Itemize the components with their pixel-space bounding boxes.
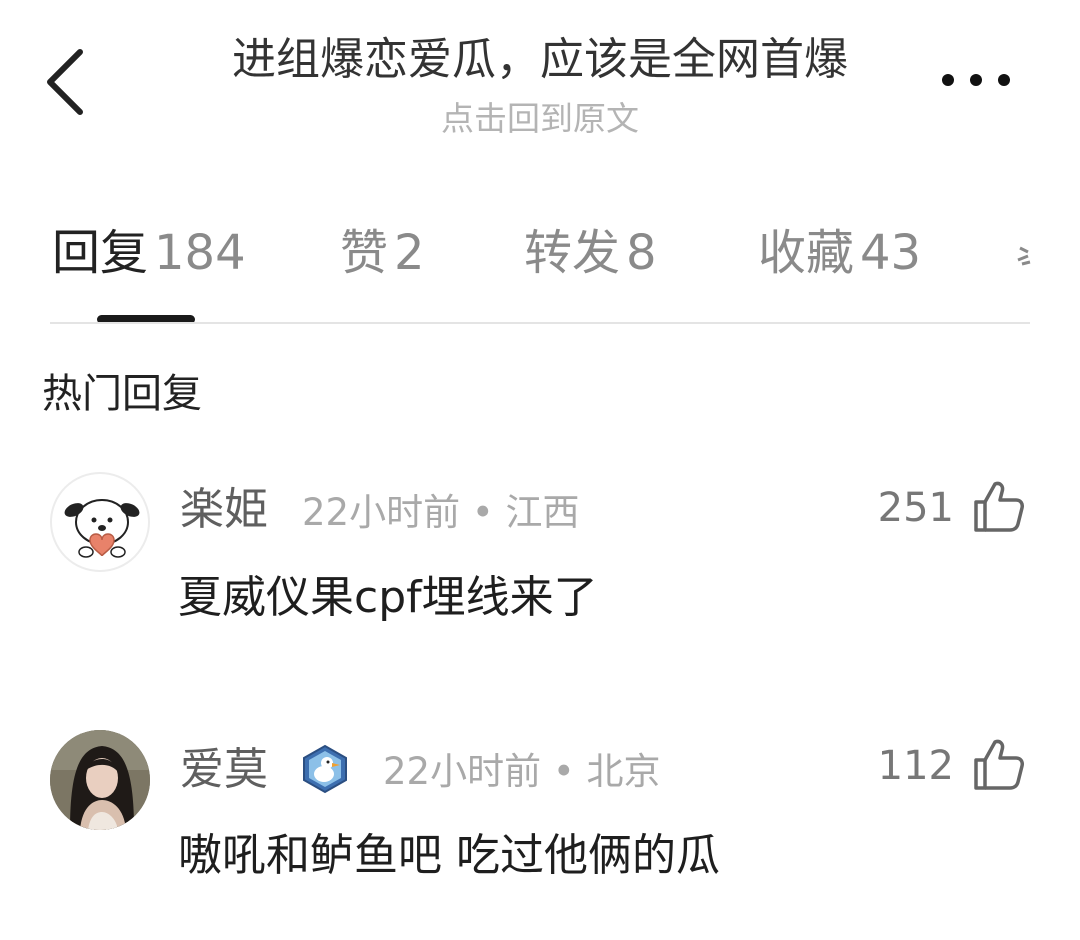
tab-bar: 回复 184 赞2 转发 8 收藏 43 [0, 218, 1080, 288]
tab-count: 43 [860, 225, 922, 281]
tab-count: 184 [154, 225, 246, 281]
tab-favorites[interactable]: 收藏 43 [758, 218, 921, 288]
tab-label: 回复 [52, 225, 149, 281]
duck-badge-icon [303, 744, 347, 794]
comment-location: 北京 [586, 750, 661, 793]
comment-time: 22小时前 [302, 491, 461, 534]
tab-divider [50, 322, 1030, 324]
username[interactable]: 楽姫 [180, 480, 268, 540]
tab-label: 收藏 [758, 225, 855, 281]
comment-page: 进组爆恋爱瓜，应该是全网首爆 点击回到原文 回复 184 赞2 转发 8 收藏 43 … [0, 0, 1080, 940]
tab-count: 8 [626, 225, 657, 281]
tab-overflow-fragment [1016, 236, 1032, 276]
more-button[interactable] [936, 60, 1016, 100]
like-button[interactable] [970, 736, 1026, 792]
tab-label: 转发 [524, 225, 621, 281]
thumbs-up-icon [974, 739, 1024, 790]
thumbs-up-icon [974, 481, 1024, 532]
tab-label: 赞 [340, 225, 389, 281]
tab-count: 2 [394, 225, 425, 281]
portrait-avatar-image [50, 730, 150, 830]
puppy-avatar-image [64, 499, 140, 558]
comment-meta: 22小时前 • 江西 [302, 483, 579, 543]
back-button[interactable] [38, 40, 98, 120]
chevron-left-icon [47, 49, 83, 115]
back-to-original-link[interactable]: 点击回到原文 [150, 97, 930, 141]
like-count: 112 [877, 743, 954, 789]
tab-reposts[interactable]: 转发 8 [524, 218, 657, 288]
avatar[interactable] [50, 472, 150, 572]
comment-location: 江西 [505, 491, 580, 534]
comment-time: 22小时前 [383, 750, 542, 793]
user-badge [302, 744, 348, 794]
avatar[interactable] [50, 730, 150, 830]
more-dots-icon [942, 74, 1010, 86]
username[interactable]: 爱莫 [180, 740, 268, 800]
tab-likes[interactable]: 赞2 [340, 218, 425, 288]
post-title[interactable]: 进组爆恋爱瓜，应该是全网首爆 [150, 30, 930, 90]
like-count: 251 [877, 485, 954, 531]
comment-text: 嗷吼和鲈鱼吧 吃过他俩的瓜 [178, 830, 720, 881]
meta-separator: • [541, 750, 587, 793]
tab-replies[interactable]: 回复 184 [52, 218, 246, 288]
meta-separator: • [460, 491, 506, 534]
like-button[interactable] [970, 478, 1026, 534]
comment-text: 夏威仪果cpf埋线来了 [178, 572, 598, 623]
comment-meta: 22小时前 • 北京 [383, 742, 660, 802]
hot-replies-heading: 热门回复 [42, 371, 202, 417]
